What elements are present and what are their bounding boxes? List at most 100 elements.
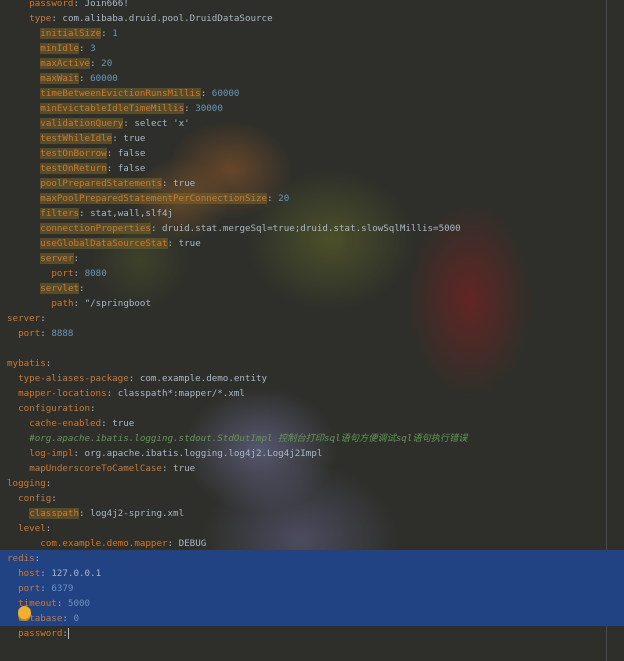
colon: :	[101, 418, 113, 429]
code-line[interactable]: path: "/springboot	[0, 296, 624, 311]
yaml-value: 1	[112, 28, 118, 39]
yaml-value: org.apache.ibatis.logging.log4j2.Log4j2I…	[84, 448, 323, 459]
colon: :	[73, 268, 85, 279]
yaml-value: 0	[73, 613, 79, 624]
code-line[interactable]: maxPoolPreparedStatementPerConnectionSiz…	[0, 191, 624, 206]
colon: :	[40, 328, 52, 339]
colon: :	[40, 313, 46, 324]
code-line[interactable]: testOnReturn: false	[0, 161, 624, 176]
colon: :	[161, 463, 174, 474]
yaml-value: 60000	[90, 73, 118, 84]
yaml-key: com.example.demo.mapper	[40, 538, 168, 549]
colon: :	[167, 538, 179, 549]
yaml-value: true	[173, 463, 196, 474]
code-line[interactable]: mapUnderscoreToCamelCase: true	[0, 461, 624, 476]
yaml-key: timeBetweenEvictionRunsMillis	[40, 88, 201, 99]
code-line[interactable]: classpath: log4j2-spring.xml	[0, 506, 624, 521]
code-line[interactable]: maxWait: 60000	[0, 71, 624, 86]
yaml-value: stat,wall,slf4j	[90, 208, 174, 219]
colon: :	[73, 298, 85, 309]
yaml-value: 60000	[211, 88, 240, 99]
code-line[interactable]: maxActive: 20	[0, 56, 624, 71]
colon: :	[56, 598, 68, 609]
yaml-key: password	[18, 628, 63, 639]
colon: :	[79, 283, 85, 294]
code-line[interactable]: timeout: 5000	[0, 596, 624, 611]
colon: :	[62, 613, 74, 624]
code-line[interactable]: server:	[0, 251, 624, 266]
code-line[interactable]: #org.apache.ibatis.logging.stdout.StdOut…	[0, 431, 624, 446]
colon: :	[79, 43, 91, 54]
colon: :	[78, 508, 91, 519]
yaml-key: initialSize	[40, 28, 102, 39]
code-line[interactable]: port: 8080	[0, 266, 624, 281]
code-line[interactable]: config:	[0, 491, 624, 506]
yaml-key: servlet	[40, 283, 80, 294]
code-line[interactable]: useGlobalDataSourceStat: true	[0, 236, 624, 251]
code-line[interactable]: password: Join666!	[0, 0, 624, 11]
yaml-key: mapper-locations	[18, 388, 107, 399]
yaml-key: mybatis	[7, 358, 46, 369]
yaml-value: com.example.demo.entity	[139, 373, 268, 384]
yaml-value: classpath*:mapper/*.xml	[117, 388, 245, 399]
code-line[interactable]: timeBetweenEvictionRunsMillis: 60000	[0, 86, 624, 101]
colon: :	[167, 238, 179, 249]
code-line[interactable]: port: 8888	[0, 326, 624, 341]
yaml-key: server	[40, 253, 74, 264]
yaml-key: password	[29, 0, 74, 9]
colon: :	[45, 523, 52, 534]
yaml-value: true	[178, 238, 201, 249]
code-line[interactable]: initialSize: 1	[0, 26, 624, 41]
colon: :	[112, 133, 124, 144]
code-line[interactable]: servlet:	[0, 281, 624, 296]
yaml-key: log-impl	[29, 448, 74, 459]
comment-text: #org.apache.ibatis.logging.stdout.StdOut…	[29, 433, 468, 444]
code-line[interactable]: logging:	[0, 476, 624, 491]
colon: :	[73, 0, 85, 9]
code-line[interactable]: database: 0	[0, 611, 624, 626]
code-line[interactable]: type: com.alibaba.druid.pool.DruidDataSo…	[0, 11, 624, 26]
yaml-value: 5000	[67, 598, 91, 609]
code-line[interactable]: server:	[0, 311, 624, 326]
code-line[interactable]: poolPreparedStatements: true	[0, 176, 624, 191]
code-line[interactable]: validationQuery: select 'x'	[0, 116, 624, 131]
code-line[interactable]: connectionProperties: druid.stat.mergeSq…	[0, 221, 624, 236]
code-line[interactable]: host: 127.0.0.1	[0, 566, 624, 581]
code-line[interactable]: filters: stat,wall,slf4j	[0, 206, 624, 221]
code-line[interactable]: com.example.demo.mapper: DEBUG	[0, 536, 624, 551]
code-line[interactable]: cache-enabled: true	[0, 416, 624, 431]
yaml-key: path	[51, 298, 74, 309]
yaml-key: type-aliases-package	[18, 373, 129, 384]
yaml-key: classpath	[29, 508, 79, 519]
code-line[interactable]: log-impl: org.apache.ibatis.logging.log4…	[0, 446, 624, 461]
yaml-key: minIdle	[40, 43, 80, 54]
code-line[interactable]: redis:	[0, 551, 624, 566]
code-line[interactable]: configuration:	[0, 401, 624, 416]
code-line[interactable]: port: 6379	[0, 581, 624, 596]
code-line[interactable]: minEvictableIdleTimeMillis: 30000	[0, 101, 624, 116]
yaml-value: 8888	[51, 328, 74, 339]
yaml-key: port	[18, 583, 41, 594]
colon: :	[51, 13, 63, 24]
code-line[interactable]: minIdle: 3	[0, 41, 624, 56]
yaml-editor[interactable]: password: Join666! type: com.alibaba.drui…	[0, 0, 624, 661]
yaml-value: 30000	[195, 103, 223, 114]
lightbulb-icon[interactable]	[18, 606, 31, 619]
code-line[interactable]: password:	[0, 626, 624, 641]
yaml-key: maxWait	[40, 73, 80, 84]
code-line[interactable]	[0, 341, 624, 356]
yaml-key: testOnBorrow	[40, 148, 107, 159]
code-line[interactable]: mapper-locations: classpath*:mapper/*.xm…	[0, 386, 624, 401]
code-line[interactable]: level:	[0, 521, 624, 536]
code-line[interactable]: testWhileIdle: true	[0, 131, 624, 146]
yaml-key: poolPreparedStatements	[40, 178, 162, 189]
code-line[interactable]: testOnBorrow: false	[0, 146, 624, 161]
yaml-value: com.alibaba.druid.pool.DruidDataSource	[62, 13, 273, 24]
code-line[interactable]: type-aliases-package: com.example.demo.e…	[0, 371, 624, 386]
code-line[interactable]: mybatis:	[0, 356, 624, 371]
yaml-key: testOnReturn	[40, 163, 107, 174]
yaml-value: druid.stat.mergeSql=true;druid.stat.slow…	[162, 223, 461, 234]
colon: :	[101, 28, 113, 39]
yaml-key: connectionProperties	[40, 223, 151, 234]
yaml-value: 3	[90, 43, 96, 54]
